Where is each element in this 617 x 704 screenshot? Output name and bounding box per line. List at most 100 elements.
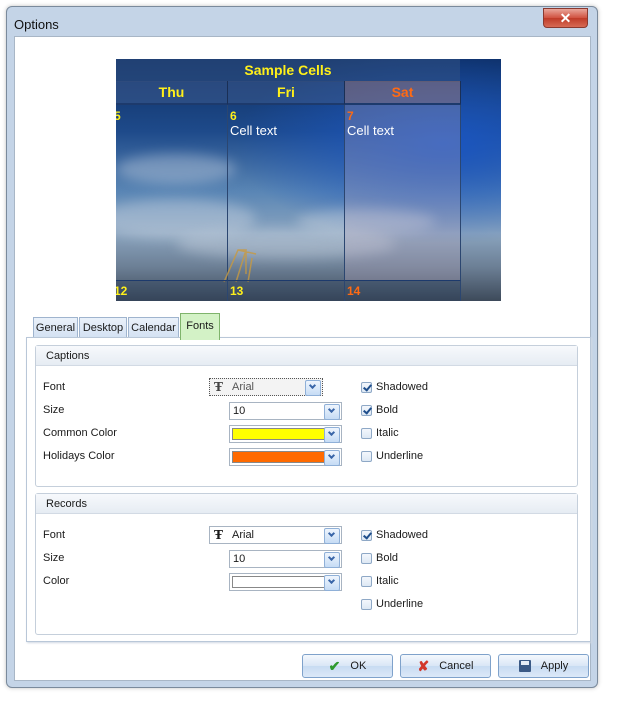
checkbox-label: Underline: [376, 598, 424, 610]
color-swatch: [232, 576, 325, 588]
tab-desktop[interactable]: Desktop: [79, 317, 127, 339]
day-name: Fri: [277, 84, 295, 100]
tab-label: General: [35, 322, 76, 334]
records-color-picker[interactable]: [229, 573, 342, 591]
window-title: Options: [14, 17, 59, 32]
checkbox-label: Underline: [376, 450, 424, 462]
preview-header-title: Sample Cells: [244, 62, 332, 78]
captions-size-select[interactable]: 10: [229, 402, 342, 420]
apply-button[interactable]: Apply: [498, 654, 589, 678]
captions-group: Captions Font Ŧ Arial Size 10 Common Col…: [35, 345, 578, 487]
tab-calendar[interactable]: Calendar: [128, 317, 179, 339]
tab-label: Fonts: [186, 320, 214, 332]
cell-text: Cell text: [230, 123, 277, 138]
cell-day-number: 14: [347, 284, 361, 298]
chevron-down-icon[interactable]: [324, 427, 340, 443]
records-bold-checkbox[interactable]: Bold: [361, 552, 398, 564]
checkmark-icon: ✔: [328, 657, 341, 674]
preview-cell: 7 Cell text: [345, 105, 461, 280]
captions-font-label: Font: [43, 381, 66, 393]
chevron-down-icon[interactable]: [324, 528, 340, 544]
cell-day-number: 7: [347, 109, 354, 123]
dialog-client-area: Sample Cells Thu Fri Sat 5 6 Cell text 7…: [14, 36, 591, 681]
checkbox-box[interactable]: [361, 404, 372, 416]
checkbox-label: Bold: [376, 552, 399, 564]
records-color-label: Color: [43, 575, 70, 587]
records-italic-checkbox[interactable]: Italic: [361, 575, 399, 587]
records-font-label: Font: [43, 529, 66, 541]
color-swatch: [232, 451, 325, 463]
checkbox-label: Shadowed: [376, 381, 428, 393]
cell-text: Cell text: [347, 123, 394, 138]
records-size-label: Size: [43, 552, 65, 564]
checkbox-label: Italic: [376, 575, 399, 587]
records-size-select[interactable]: 10: [229, 550, 342, 568]
captions-group-title: Captions: [36, 346, 577, 366]
preview-next-row-cell: 14: [345, 280, 461, 301]
button-label: Cancel: [439, 660, 474, 672]
chevron-down-icon[interactable]: [305, 380, 321, 396]
cross-icon: ✘: [417, 657, 430, 674]
captions-italic-checkbox[interactable]: Italic: [361, 427, 399, 439]
button-label: OK: [350, 660, 367, 672]
tab-label: Calendar: [131, 322, 176, 334]
chevron-down-icon[interactable]: [324, 575, 340, 591]
day-header-sat: Sat: [345, 81, 461, 105]
truetype-font-icon: Ŧ: [214, 380, 223, 394]
close-button[interactable]: ✕: [543, 8, 588, 28]
day-header-thu: Thu: [116, 81, 228, 105]
color-swatch: [232, 428, 325, 440]
preview-header: Sample Cells: [116, 59, 460, 82]
captions-size-value: 10: [233, 405, 246, 417]
captions-bold-checkbox[interactable]: Bold: [361, 404, 398, 416]
title-bar[interactable]: Options ✕: [7, 7, 597, 37]
records-shadowed-checkbox[interactable]: Shadowed: [361, 529, 428, 541]
captions-font-value: Arial: [232, 381, 255, 393]
checkbox-box[interactable]: [361, 529, 372, 541]
day-name: Sat: [391, 84, 414, 100]
common-color-picker[interactable]: [229, 425, 342, 443]
records-underline-checkbox[interactable]: Underline: [361, 598, 423, 610]
checkbox-label: Shadowed: [376, 529, 428, 541]
checkbox-box[interactable]: [361, 552, 372, 564]
day-header-fri: Fri: [228, 81, 345, 105]
day-name: Thu: [158, 84, 185, 100]
button-label: Apply: [540, 660, 569, 672]
preview-next-row-cell: 12: [116, 280, 228, 301]
checkbox-box[interactable]: [361, 381, 372, 393]
records-font-value: Arial: [232, 529, 255, 541]
chevron-down-icon[interactable]: [324, 450, 340, 466]
sample-cells-preview: Sample Cells Thu Fri Sat 5 6 Cell text 7…: [116, 59, 501, 301]
options-window: Options ✕ Sample Cells Thu Fri Sat 5 6 C…: [6, 6, 598, 688]
tab-label: Desktop: [82, 322, 124, 334]
cell-day-number: 6: [230, 109, 237, 123]
cell-day-number: 12: [116, 284, 128, 298]
cell-day-number: 5: [116, 109, 121, 123]
close-icon: ✕: [559, 9, 572, 26]
captions-shadowed-checkbox[interactable]: Shadowed: [361, 381, 428, 393]
chevron-down-icon[interactable]: [324, 552, 340, 568]
checkbox-box[interactable]: [361, 598, 372, 610]
captions-underline-checkbox[interactable]: Underline: [361, 450, 423, 462]
preview-cell: 5: [116, 105, 228, 280]
checkbox-box[interactable]: [361, 450, 372, 462]
records-group: Records Font Ŧ Arial Size 10 Color Shado…: [35, 493, 578, 635]
captions-font-select[interactable]: Ŧ Arial: [209, 378, 323, 396]
ok-button[interactable]: ✔ OK: [302, 654, 393, 678]
checkbox-box[interactable]: [361, 575, 372, 587]
captions-size-label: Size: [43, 404, 65, 416]
holidays-color-label: Holidays Color: [43, 450, 115, 462]
chevron-down-icon[interactable]: [324, 404, 340, 420]
checkbox-label: Bold: [376, 404, 399, 416]
tab-general[interactable]: General: [33, 317, 78, 339]
tab-fonts[interactable]: Fonts: [180, 313, 220, 340]
checkbox-box[interactable]: [361, 427, 372, 439]
cancel-button[interactable]: ✘ Cancel: [400, 654, 491, 678]
holidays-color-picker[interactable]: [229, 448, 342, 466]
records-font-select[interactable]: Ŧ Arial: [209, 526, 342, 544]
records-group-title: Records: [36, 494, 577, 514]
crane-silhouette: [223, 249, 257, 283]
cell-day-number: 13: [230, 284, 244, 298]
records-size-value: 10: [233, 553, 246, 565]
common-color-label: Common Color: [43, 427, 117, 439]
